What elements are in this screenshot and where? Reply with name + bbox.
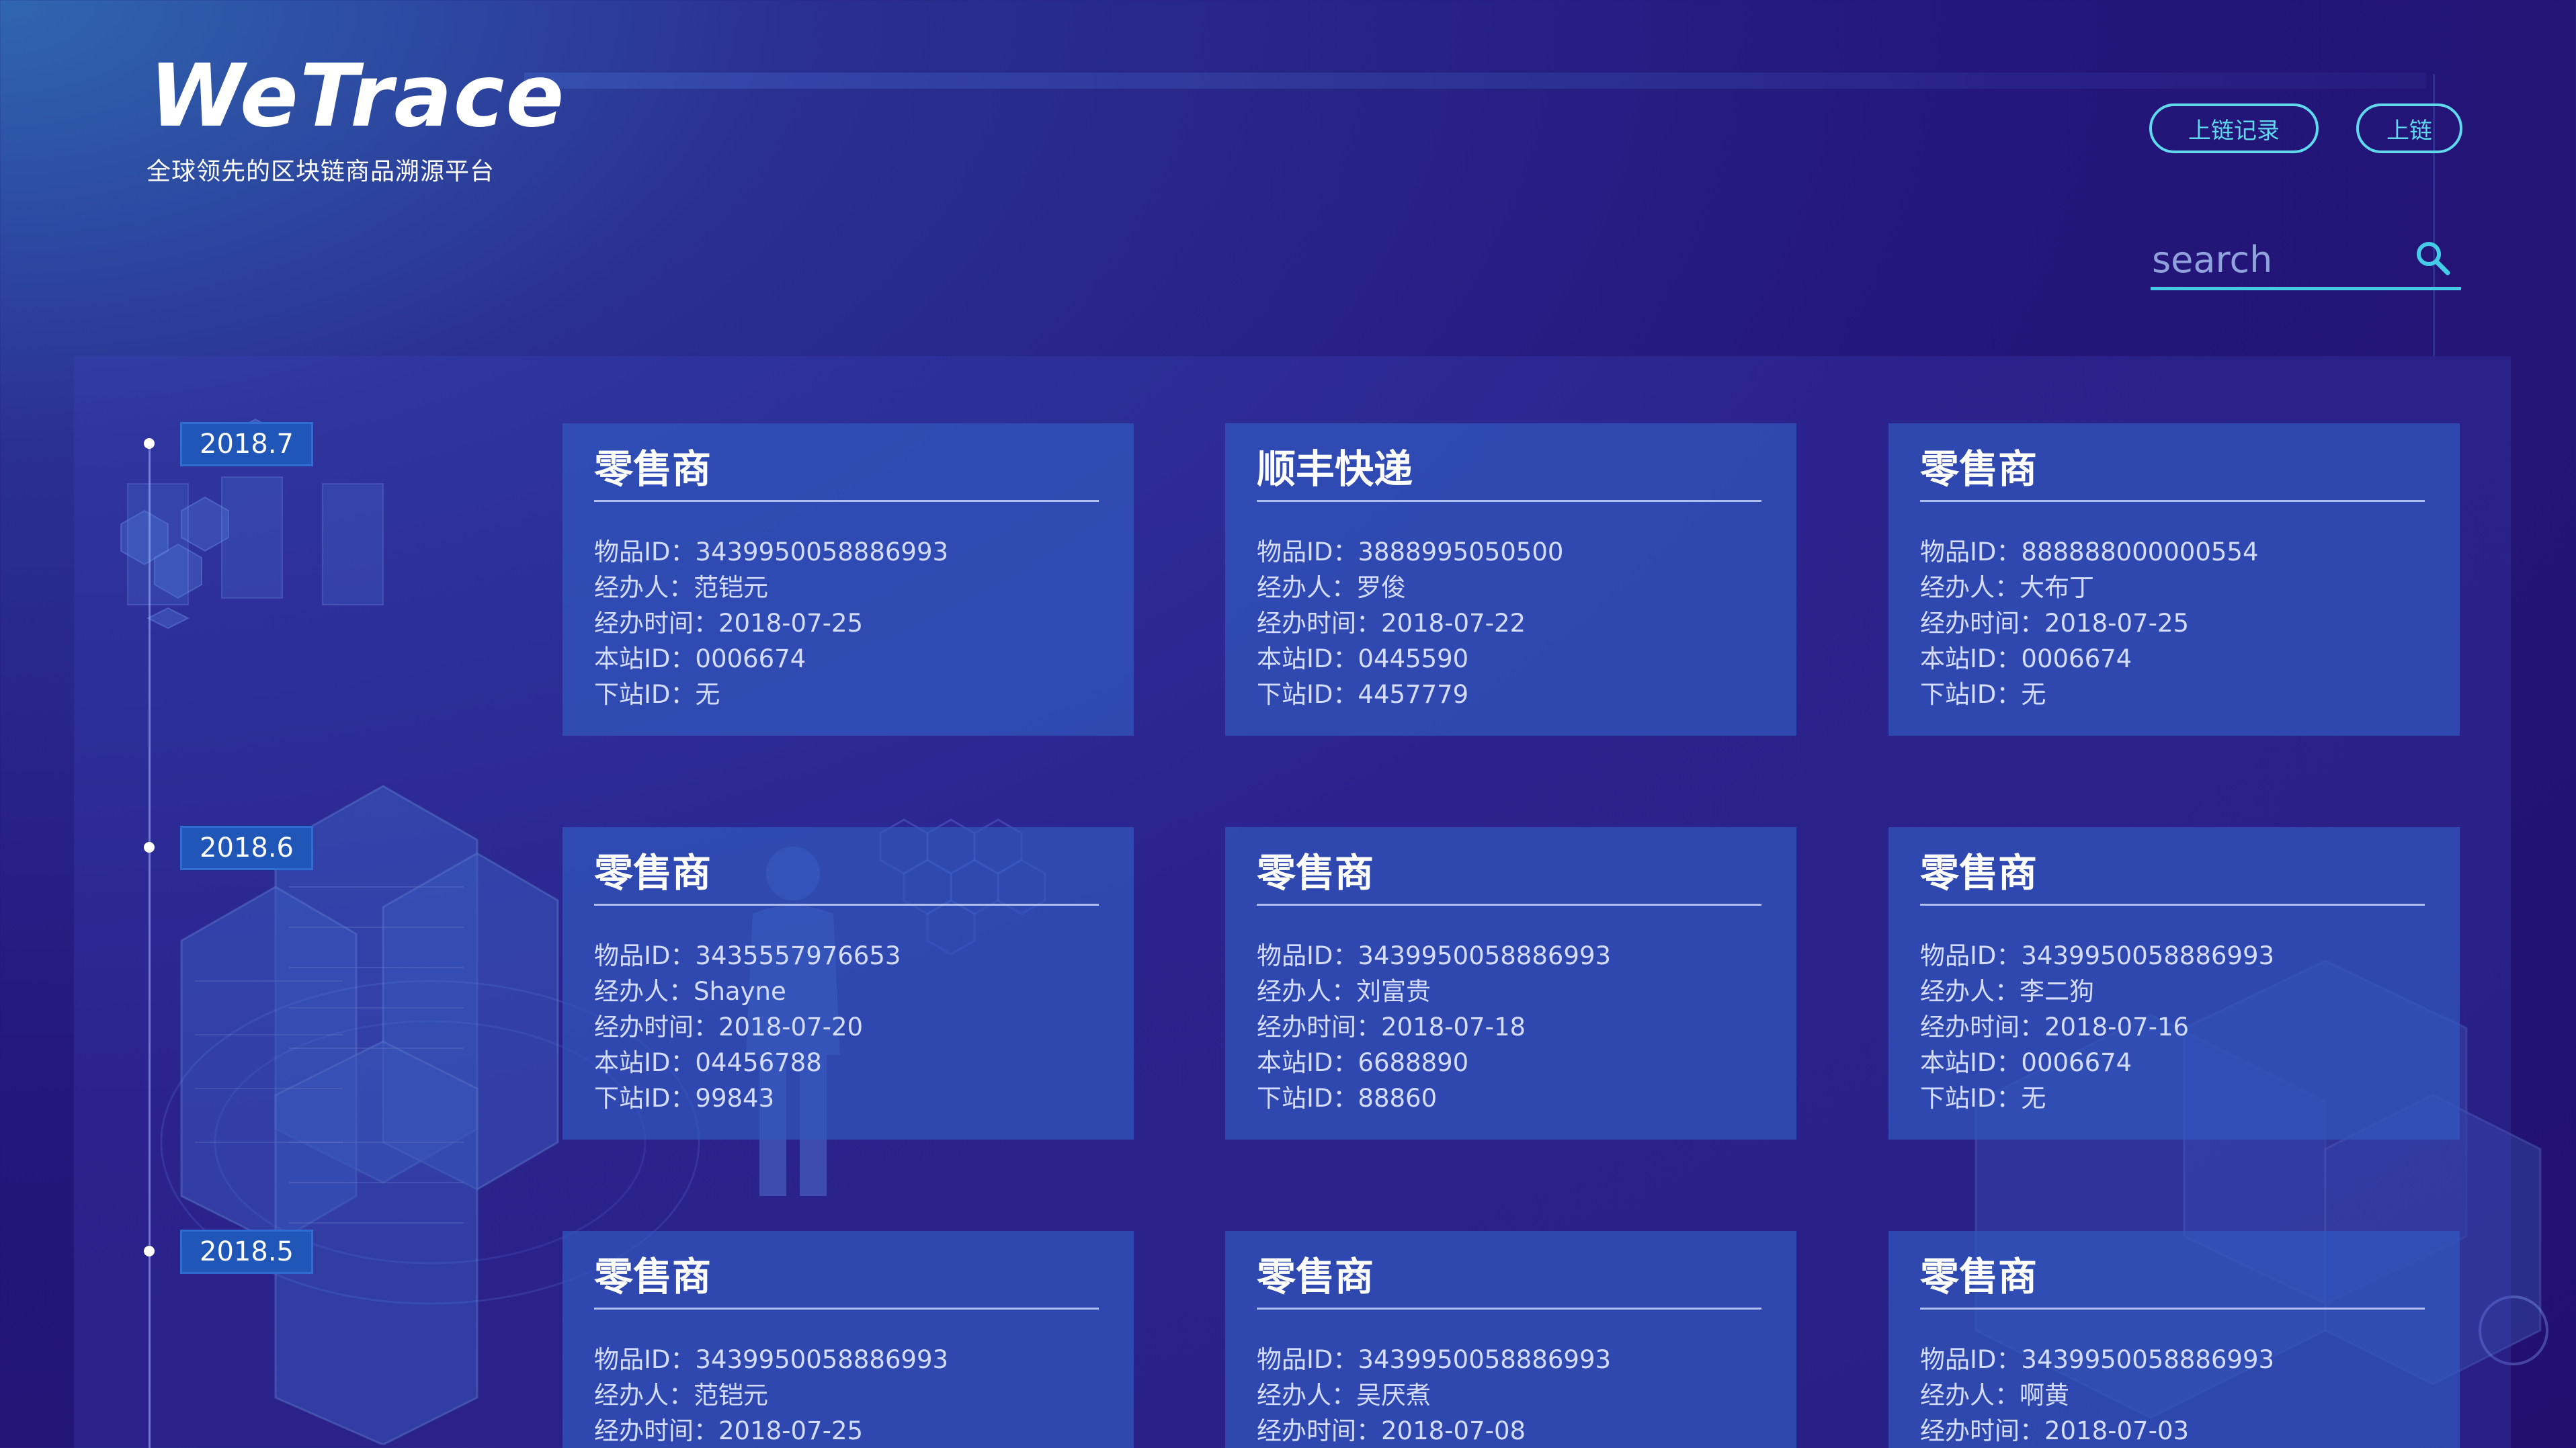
trace-card[interactable]: 零售商 物品ID：3439950058886993 经办人：范铠元 经办时间：2…	[563, 1231, 1134, 1448]
card-time: 经办时间：2018-07-22	[1257, 609, 1526, 638]
card-handler: 经办人：吴厌煮	[1257, 1381, 1431, 1410]
card-item-id: 物品ID：3435557976653	[594, 941, 901, 970]
card-station-id: 本站ID：6688890	[1257, 1048, 1469, 1077]
card-time: 经办时间：2018-07-16	[1920, 1013, 2190, 1041]
trace-card[interactable]: 顺丰快递 物品ID：3888995050500 经办人：罗俊 经办时间：2018…	[1225, 423, 1796, 736]
card-station-id: 本站ID：0006674	[594, 644, 806, 673]
card-item-id: 物品ID：3888995050500	[1257, 538, 1564, 566]
timeline-date-label: 2018.5	[180, 1230, 313, 1274]
card-handler: 经办人：罗俊	[1257, 573, 1406, 602]
search-box	[2151, 228, 2461, 290]
card-title: 零售商	[594, 438, 1099, 502]
trace-card[interactable]: 零售商 物品ID：3439950058886993 经办人：李二狗 经办时间：2…	[1888, 827, 2460, 1140]
upload-to-chain-button[interactable]: 上链	[2356, 103, 2462, 153]
card-handler: 经办人：大布丁	[1920, 573, 2094, 602]
card-title: 顺丰快递	[1257, 438, 1761, 502]
card-item-id: 物品ID：3439950058886993	[1257, 1345, 1612, 1374]
card-time: 经办时间：2018-07-20	[594, 1013, 864, 1041]
card-next-station-id: 下站ID：99843	[594, 1084, 775, 1113]
card-item-id: 物品ID：3439950058886993	[594, 1345, 949, 1374]
trace-card[interactable]: 零售商 物品ID：3439950058886993 经办人：刘富贵 经办时间：2…	[1225, 827, 1796, 1140]
trace-card[interactable]: 零售商 物品ID：3439950058886993 经办人：啊黄 经办时间：20…	[1888, 1231, 2460, 1448]
search-input[interactable]	[2151, 235, 2409, 284]
timeline-dot	[144, 1246, 155, 1257]
card-next-station-id: 下站ID：无	[594, 680, 720, 709]
card-next-station-id: 下站ID：无	[1920, 1084, 2046, 1113]
card-title: 零售商	[1257, 1246, 1761, 1310]
card-title: 零售商	[1257, 842, 1761, 906]
card-handler: 经办人：范铠元	[594, 1381, 768, 1410]
card-time: 经办时间：2018-07-03	[1920, 1416, 2190, 1445]
card-time: 经办时间：2018-07-25	[594, 1416, 864, 1445]
card-time: 经办时间：2018-07-25	[1920, 609, 2190, 638]
card-station-id: 本站ID：04456788	[594, 1048, 822, 1077]
timeline-date-label: 2018.6	[180, 826, 313, 870]
card-title: 零售商	[1920, 1246, 2425, 1310]
timeline-dot	[144, 842, 155, 853]
card-handler: 经办人：范铠元	[594, 573, 768, 602]
card-title: 零售商	[594, 1246, 1099, 1310]
card-next-station-id: 下站ID：88860	[1257, 1084, 1438, 1113]
timeline-date-label: 2018.7	[180, 422, 313, 466]
card-handler: 经办人：Shayne	[594, 977, 786, 1006]
card-handler: 经办人：刘富贵	[1257, 977, 1431, 1006]
card-item-id: 物品ID：3439950058886993	[1257, 941, 1612, 970]
app-tagline: 全球领先的区块链商品溯源平台	[147, 158, 495, 185]
card-title: 零售商	[1920, 842, 2425, 906]
chain-records-button[interactable]: 上链记录	[2149, 103, 2319, 153]
card-time: 经办时间：2018-07-08	[1257, 1416, 1526, 1445]
card-handler: 经办人：啊黄	[1920, 1381, 2069, 1410]
timeline-line	[149, 443, 151, 1448]
card-title: 零售商	[594, 842, 1099, 906]
timeline-dot	[144, 438, 155, 449]
search-icon[interactable]	[2414, 239, 2452, 277]
card-item-id: 物品ID：3439950058886993	[1920, 941, 2275, 970]
card-station-id: 本站ID：0006674	[1920, 1048, 2132, 1077]
card-time: 经办时间：2018-07-18	[1257, 1013, 1526, 1041]
trace-card[interactable]: 零售商 物品ID：3439950058886993 经办人：范铠元 经办时间：2…	[563, 423, 1134, 736]
app-logo: WeTrace	[149, 46, 566, 146]
card-handler: 经办人：李二狗	[1920, 977, 2094, 1006]
card-station-id: 本站ID：0006674	[1920, 644, 2132, 673]
card-next-station-id: 下站ID：4457779	[1257, 680, 1469, 709]
card-title: 零售商	[1920, 438, 2425, 502]
card-station-id: 本站ID：0445590	[1257, 644, 1469, 673]
card-next-station-id: 下站ID：无	[1920, 680, 2046, 709]
card-item-id: 物品ID：3439950058886993	[1920, 1345, 2275, 1374]
card-time: 经办时间：2018-07-25	[594, 609, 864, 638]
card-item-id: 物品ID：888888000000554	[1920, 538, 2259, 566]
header-decor-line	[524, 73, 2426, 89]
trace-card[interactable]: 零售商 物品ID：888888000000554 经办人：大布丁 经办时间：20…	[1888, 423, 2460, 736]
card-item-id: 物品ID：3439950058886993	[594, 538, 949, 566]
trace-card[interactable]: 零售商 物品ID：3439950058886993 经办人：吴厌煮 经办时间：2…	[1225, 1231, 1796, 1448]
trace-card[interactable]: 零售商 物品ID：3435557976653 经办人：Shayne 经办时间：2…	[563, 827, 1134, 1140]
